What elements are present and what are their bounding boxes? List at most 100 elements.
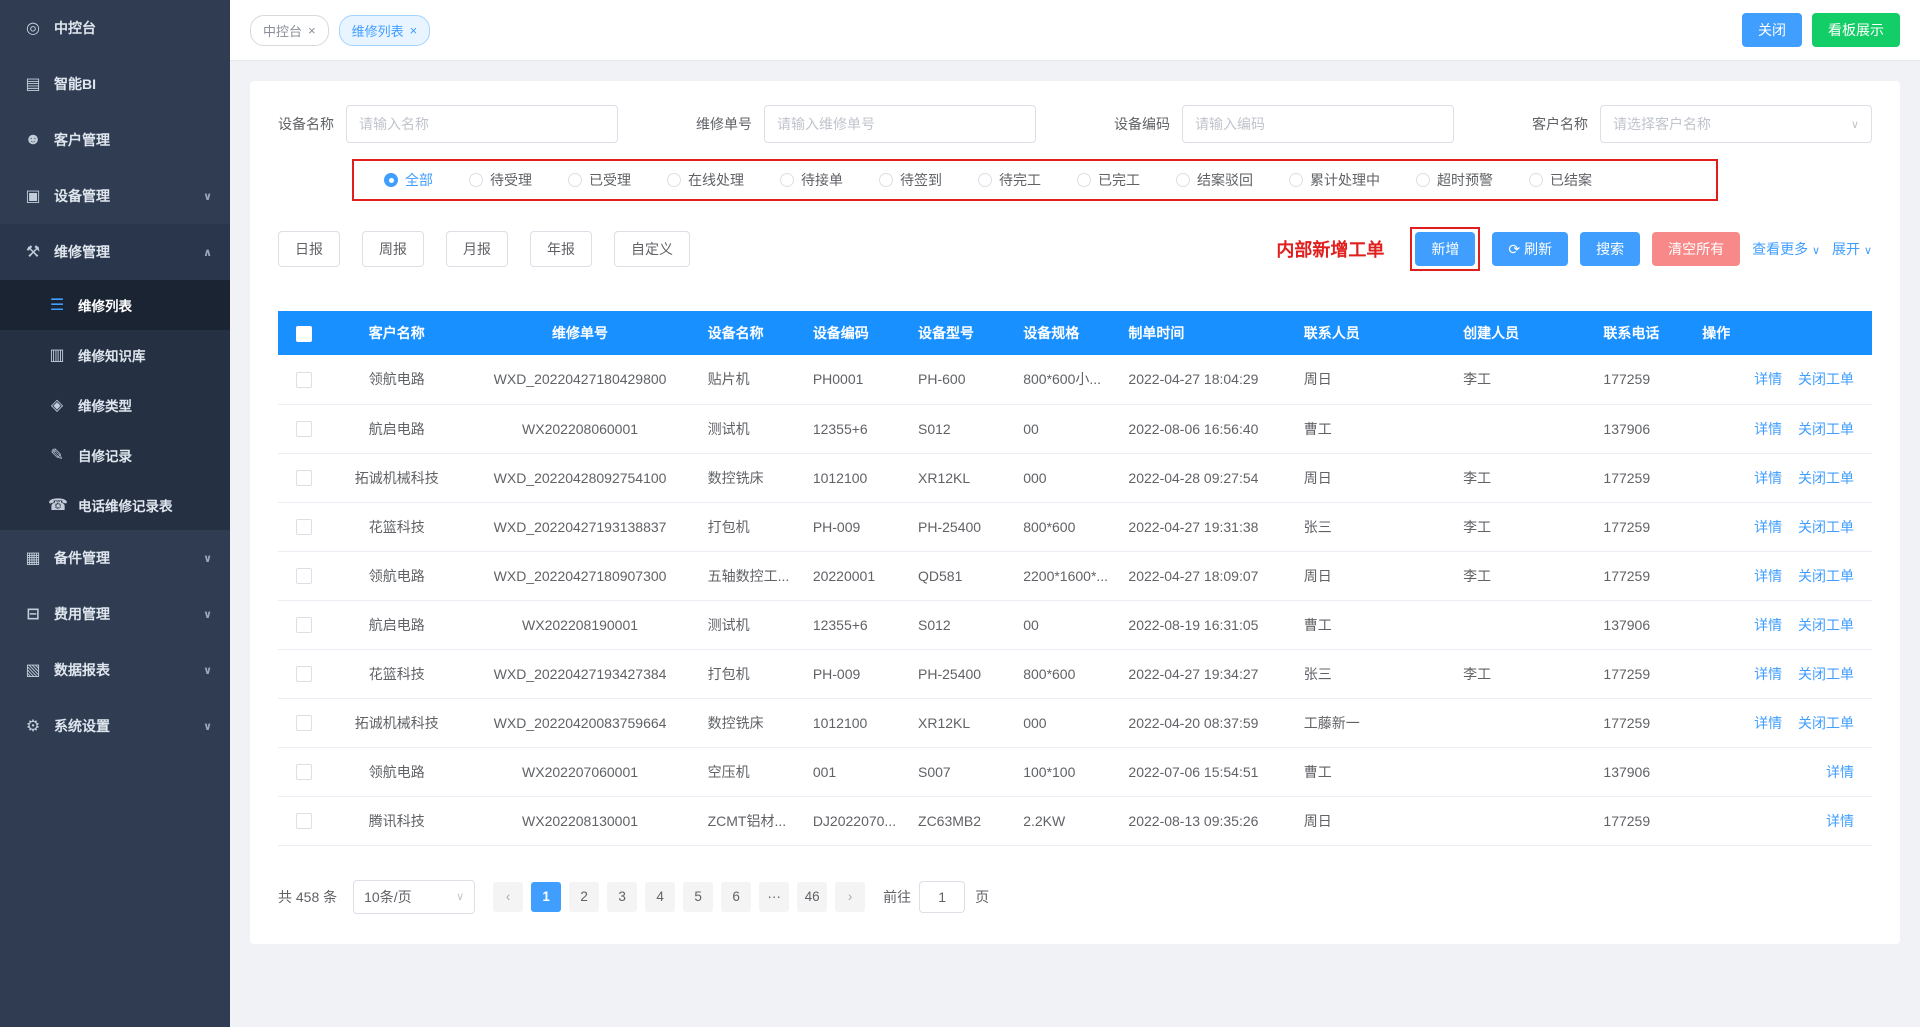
page-button[interactable]: 46 xyxy=(797,882,827,912)
close-icon[interactable]: × xyxy=(308,23,316,38)
status-radio[interactable]: 累计处理中 xyxy=(1289,170,1380,190)
tab-repair-list[interactable]: 维修列表 × xyxy=(339,15,431,46)
report-range-button[interactable]: 年报 xyxy=(530,231,592,267)
column-header[interactable]: 设备规格 xyxy=(1011,311,1116,355)
sidebar-item-repair[interactable]: ⚒ 维修管理 ∧ xyxy=(0,224,230,280)
sidebar-item-repair-type[interactable]: ◈ 维修类型 xyxy=(0,380,230,430)
sidebar-item-reports[interactable]: ▧ 数据报表 ∨ xyxy=(0,642,230,698)
sidebar-item-repair-knowledge[interactable]: ▥ 维修知识库 xyxy=(0,330,230,380)
next-page-button[interactable]: › xyxy=(835,882,865,912)
status-radio[interactable]: 待接单 xyxy=(780,170,843,190)
row-checkbox[interactable] xyxy=(296,568,312,584)
sidebar-item-settings[interactable]: ⚙ 系统设置 ∨ xyxy=(0,698,230,754)
column-header[interactable]: 维修单号 xyxy=(464,311,695,355)
detail-link[interactable]: 详情 xyxy=(1826,813,1854,829)
column-header[interactable]: 创建人员 xyxy=(1451,311,1591,355)
sidebar-item-repair-list[interactable]: ☰ 维修列表 xyxy=(0,280,230,330)
row-checkbox[interactable] xyxy=(296,715,312,731)
close-button[interactable]: 关闭 xyxy=(1742,13,1802,47)
detail-link[interactable]: 详情 xyxy=(1754,519,1782,535)
status-radio[interactable]: 在线处理 xyxy=(667,170,744,190)
page-button[interactable]: 2 xyxy=(569,882,599,912)
goto-page-input[interactable] xyxy=(919,881,965,913)
status-radio[interactable]: 超时预警 xyxy=(1416,170,1493,190)
page-button[interactable]: 3 xyxy=(607,882,637,912)
column-header[interactable]: 联系电话 xyxy=(1591,311,1690,355)
customer-select[interactable]: 请选择客户名称 ∨ xyxy=(1600,105,1872,143)
detail-link[interactable]: 详情 xyxy=(1754,421,1782,437)
detail-link[interactable]: 详情 xyxy=(1826,764,1854,780)
page-button[interactable]: 5 xyxy=(683,882,713,912)
refresh-button[interactable]: ⟳刷新 xyxy=(1492,232,1568,266)
column-header[interactable]: 设备编码 xyxy=(801,311,906,355)
close-icon[interactable]: × xyxy=(410,23,418,38)
column-header[interactable]: 设备名称 xyxy=(696,311,801,355)
board-display-button[interactable]: 看板展示 xyxy=(1812,13,1900,47)
detail-link[interactable]: 详情 xyxy=(1754,371,1782,387)
detail-link[interactable]: 详情 xyxy=(1754,617,1782,633)
close-order-link[interactable]: 关闭工单 xyxy=(1798,666,1854,682)
column-header[interactable]: 联系人员 xyxy=(1292,311,1451,355)
status-radio[interactable]: 待完工 xyxy=(978,170,1041,190)
row-checkbox[interactable] xyxy=(296,813,312,829)
column-header[interactable]: 制单时间 xyxy=(1116,311,1291,355)
close-order-link[interactable]: 关闭工单 xyxy=(1798,470,1854,486)
close-order-link[interactable]: 关闭工单 xyxy=(1798,617,1854,633)
close-order-link[interactable]: 关闭工单 xyxy=(1798,568,1854,584)
page-button[interactable]: ··· xyxy=(759,882,789,912)
column-header[interactable]: 客户名称 xyxy=(329,311,464,355)
status-radio[interactable]: 已结案 xyxy=(1529,170,1592,190)
device-name-input[interactable] xyxy=(346,105,618,143)
select-all-checkbox[interactable] xyxy=(296,326,312,342)
add-button[interactable]: 新增 xyxy=(1415,232,1475,266)
report-range-button[interactable]: 自定义 xyxy=(614,231,690,267)
sidebar-item-self-repair[interactable]: ✎ 自修记录 xyxy=(0,430,230,480)
device-code-input[interactable] xyxy=(1182,105,1454,143)
sidebar-item-phone-record[interactable]: ☎ 电话维修记录表 xyxy=(0,480,230,530)
cell-device-spec: 800*600 xyxy=(1011,649,1116,698)
row-checkbox[interactable] xyxy=(296,470,312,486)
report-range-button[interactable]: 日报 xyxy=(278,231,340,267)
row-checkbox[interactable] xyxy=(296,372,312,388)
row-checkbox[interactable] xyxy=(296,421,312,437)
status-radio[interactable]: 已受理 xyxy=(568,170,631,190)
report-range-button[interactable]: 周报 xyxy=(362,231,424,267)
row-checkbox[interactable] xyxy=(296,666,312,682)
detail-link[interactable]: 详情 xyxy=(1754,715,1782,731)
view-more-link[interactable]: 查看更多 ∨ xyxy=(1752,239,1820,259)
detail-link[interactable]: 详情 xyxy=(1754,568,1782,584)
close-order-link[interactable]: 关闭工单 xyxy=(1798,371,1854,387)
column-header[interactable]: 设备型号 xyxy=(906,311,1011,355)
status-radio[interactable]: 待签到 xyxy=(879,170,942,190)
order-no-input[interactable] xyxy=(764,105,1036,143)
status-radio[interactable]: 全部 xyxy=(384,170,433,190)
sidebar-item-devices[interactable]: ▣ 设备管理 ∨ xyxy=(0,168,230,224)
page-size-select[interactable]: 10条/页 ∨ xyxy=(353,880,475,914)
detail-link[interactable]: 详情 xyxy=(1754,470,1782,486)
row-checkbox[interactable] xyxy=(296,764,312,780)
page-button[interactable]: 4 xyxy=(645,882,675,912)
expand-link[interactable]: 展开 ∨ xyxy=(1832,239,1872,259)
sidebar-item-bi[interactable]: ▤ 智能BI xyxy=(0,56,230,112)
sidebar-item-customers[interactable]: ☻ 客户管理 xyxy=(0,112,230,168)
status-radio[interactable]: 结案驳回 xyxy=(1176,170,1253,190)
column-header[interactable]: 操作 xyxy=(1690,311,1872,355)
close-order-link[interactable]: 关闭工单 xyxy=(1798,519,1854,535)
search-button[interactable]: 搜索 xyxy=(1580,232,1640,266)
close-order-link[interactable]: 关闭工单 xyxy=(1798,421,1854,437)
report-range-button[interactable]: 月报 xyxy=(446,231,508,267)
tab-console[interactable]: 中控台 × xyxy=(250,15,329,46)
clear-all-button[interactable]: 清空所有 xyxy=(1652,232,1740,266)
sidebar-item-console[interactable]: ◎ 中控台 xyxy=(0,0,230,56)
page-button[interactable]: 6 xyxy=(721,882,751,912)
close-order-link[interactable]: 关闭工单 xyxy=(1798,715,1854,731)
sidebar-item-spares[interactable]: ▦ 备件管理 ∨ xyxy=(0,530,230,586)
status-radio[interactable]: 已完工 xyxy=(1077,170,1140,190)
status-radio[interactable]: 待受理 xyxy=(469,170,532,190)
row-checkbox[interactable] xyxy=(296,617,312,633)
row-checkbox[interactable] xyxy=(296,519,312,535)
detail-link[interactable]: 详情 xyxy=(1754,666,1782,682)
page-button[interactable]: 1 xyxy=(531,882,561,912)
sidebar-item-cost[interactable]: ⊟ 费用管理 ∨ xyxy=(0,586,230,642)
prev-page-button[interactable]: ‹ xyxy=(493,882,523,912)
